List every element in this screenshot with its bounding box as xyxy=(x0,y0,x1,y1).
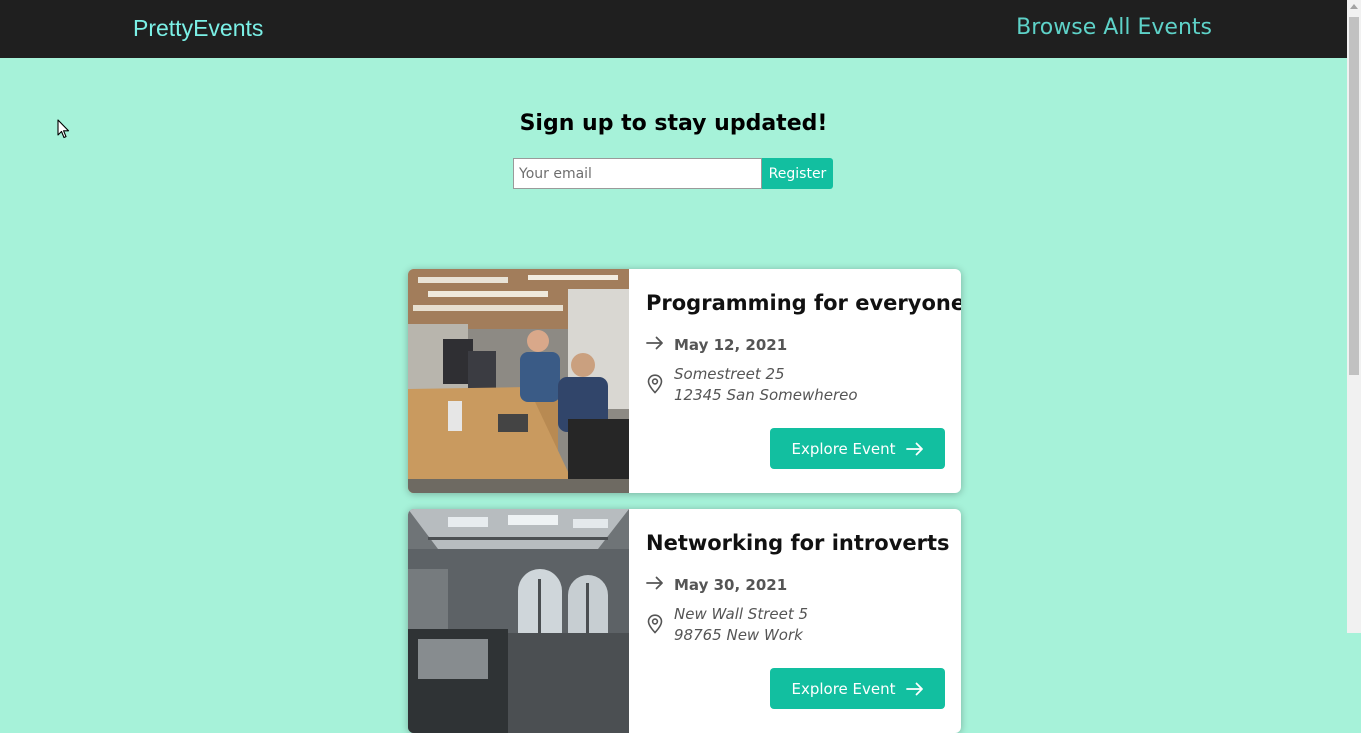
event-title: Networking for introverts xyxy=(646,531,950,555)
scroll-up-arrow-icon[interactable] xyxy=(1350,4,1358,9)
scrollbar-thumb[interactable] xyxy=(1349,17,1359,375)
arrow-right-icon xyxy=(905,442,923,455)
event-card: Networking for introverts May 30, 2021 N… xyxy=(408,509,961,733)
event-date: May 12, 2021 xyxy=(674,336,788,354)
explore-event-button[interactable]: Explore Event xyxy=(770,428,945,469)
event-address-street: Somestreet 25 xyxy=(674,365,785,383)
brand-logo-link[interactable]: PrettyEvents xyxy=(133,13,263,43)
map-pin-icon xyxy=(647,374,663,394)
event-card: Programming for everyone May 12, 2021 So… xyxy=(408,269,961,493)
event-address-city: 98765 New Work xyxy=(674,626,803,644)
vertical-scrollbar[interactable] xyxy=(1347,0,1361,633)
event-title: Programming for everyone xyxy=(646,291,961,315)
arrow-right-icon xyxy=(905,682,923,695)
signup-form: Register xyxy=(513,158,833,189)
explore-event-button[interactable]: Explore Event xyxy=(770,668,945,709)
explore-event-label: Explore Event xyxy=(791,439,896,458)
browse-all-events-link[interactable]: Browse All Events xyxy=(1016,13,1212,43)
explore-event-label: Explore Event xyxy=(791,679,896,698)
arrow-right-icon xyxy=(646,576,663,590)
map-pin-icon xyxy=(647,614,663,634)
arrow-right-icon xyxy=(646,336,663,350)
event-address-street: New Wall Street 5 xyxy=(674,605,809,623)
top-navigation-bar: PrettyEvents Browse All Events xyxy=(0,0,1347,58)
signup-title: Sign up to stay updated! xyxy=(519,111,828,136)
event-image-hall xyxy=(408,509,629,733)
register-button[interactable]: Register xyxy=(762,158,833,189)
email-field[interactable] xyxy=(513,158,762,189)
event-image-office xyxy=(408,269,629,493)
event-address-city: 12345 San Somewhereo xyxy=(674,386,858,404)
event-date: May 30, 2021 xyxy=(674,576,788,594)
